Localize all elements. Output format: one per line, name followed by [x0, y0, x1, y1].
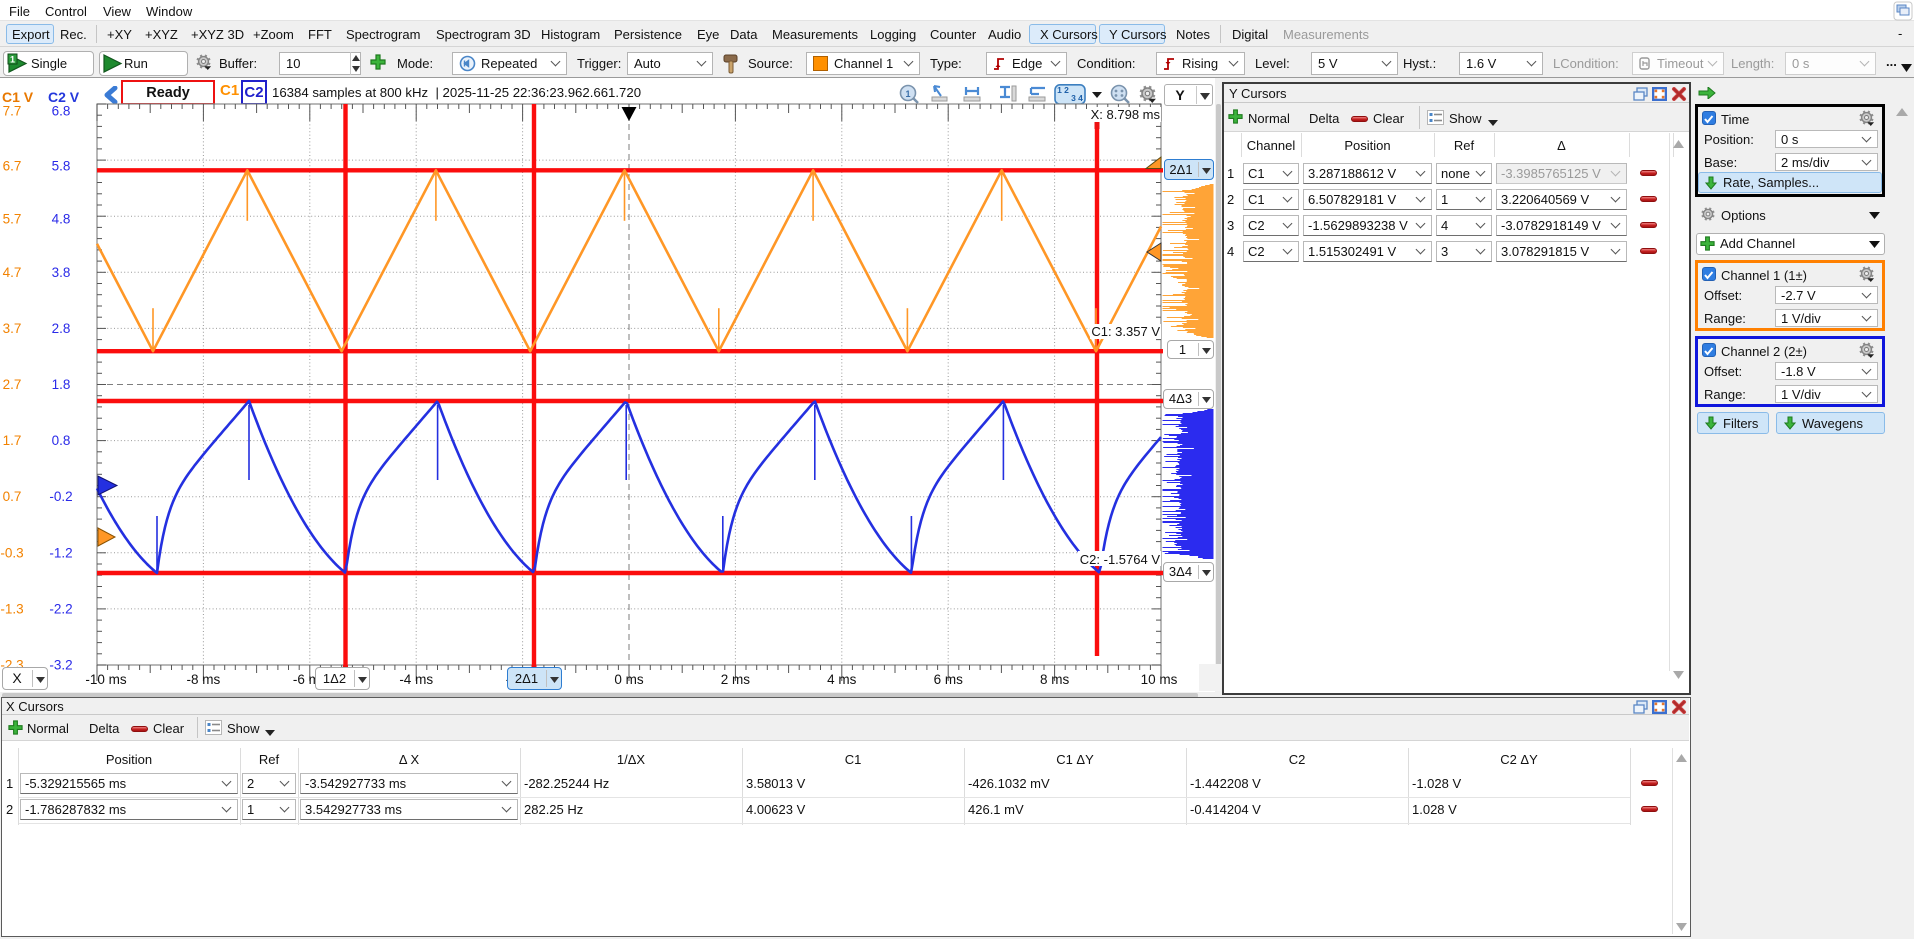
svg-text:-1.3: -1.3: [0, 601, 23, 616]
svg-text:6.7: 6.7: [3, 159, 22, 174]
svg-text:-0.3: -0.3: [0, 545, 23, 560]
svg-text:1.8: 1.8: [52, 377, 71, 392]
svg-text:-8 ms: -8 ms: [187, 672, 221, 687]
svg-text:C1: 3.357 V: C1: 3.357 V: [1091, 324, 1160, 339]
svg-text:8 ms: 8 ms: [1040, 672, 1070, 687]
svg-text:-2.2: -2.2: [49, 601, 72, 616]
svg-text:10 ms: 10 ms: [1141, 672, 1178, 687]
svg-text:-1.2: -1.2: [49, 545, 72, 560]
svg-text:0 ms: 0 ms: [614, 672, 644, 687]
svg-text:6 ms: 6 ms: [934, 672, 964, 687]
svg-text:4 ms: 4 ms: [827, 672, 857, 687]
svg-text:-3.2: -3.2: [49, 658, 72, 673]
svg-text:3.7: 3.7: [3, 321, 22, 336]
svg-text:6.8: 6.8: [52, 104, 71, 119]
svg-text:3.8: 3.8: [52, 265, 71, 280]
svg-text:4.7: 4.7: [3, 265, 22, 280]
svg-text:-10 ms: -10 ms: [85, 672, 127, 687]
svg-text:-0.2: -0.2: [49, 489, 72, 504]
svg-text:4.8: 4.8: [52, 212, 71, 227]
svg-text:1.7: 1.7: [3, 433, 22, 448]
svg-text:-4 ms: -4 ms: [399, 672, 433, 687]
svg-text:5.8: 5.8: [52, 159, 71, 174]
svg-text:1: 1: [10, 55, 15, 65]
svg-text:2 ms: 2 ms: [721, 672, 751, 687]
svg-text:2.8: 2.8: [52, 321, 71, 336]
svg-text:X: 8.798 ms: X: 8.798 ms: [1091, 107, 1161, 122]
svg-text:C2: -1.5764 V: C2: -1.5764 V: [1080, 552, 1161, 567]
svg-text:7.7: 7.7: [3, 104, 22, 119]
svg-text:0.8: 0.8: [52, 433, 71, 448]
svg-text:2.7: 2.7: [3, 377, 22, 392]
svg-text:0.7: 0.7: [3, 489, 22, 504]
svg-text:5.7: 5.7: [3, 212, 22, 227]
